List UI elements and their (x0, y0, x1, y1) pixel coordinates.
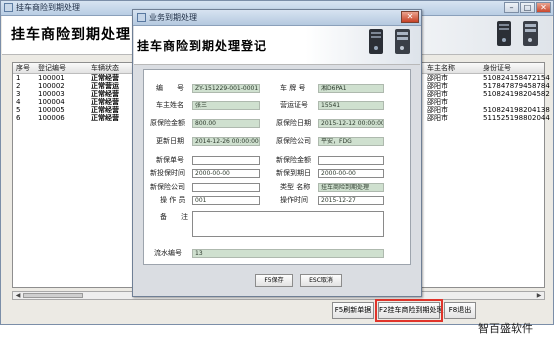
dialog-title: 业务到期处理 (149, 13, 197, 22)
table-cell-id: 510824158472154 (483, 74, 550, 82)
new-start-label: 新投保时间 (150, 169, 185, 177)
orig-company-field: 平安，FDG (318, 137, 384, 146)
new-start-input[interactable]: 2000-00-00 (192, 169, 260, 178)
table-cell-no: 3 (16, 90, 21, 98)
plate-label: 车 牌 号 (280, 84, 306, 92)
exit-button[interactable]: F8退出 (444, 302, 476, 319)
computer-icon (369, 29, 383, 54)
watermark-text: 智百盛软件 (478, 322, 533, 335)
table-cell-reg: 100003 (38, 90, 65, 98)
license-label: 营运证号 (280, 101, 308, 109)
business-field: 挂车商险到期处理 (318, 183, 384, 192)
refresh-button[interactable]: F5刷新单据 (332, 302, 374, 319)
operator-label: 操 作 员 (160, 196, 186, 204)
table-cell-reg: 100005 (38, 106, 65, 114)
save-button[interactable]: F5保存 (255, 274, 293, 287)
minimize-button[interactable]: – (504, 2, 519, 13)
table-cell-owner: 邵阳市 (427, 90, 448, 98)
table-cell-status: 正常经营 (91, 74, 119, 82)
dialog-app-icon (137, 13, 146, 22)
table-cell-status: 正常营运 (91, 82, 119, 90)
op-time-field[interactable]: 2015-12-27 (318, 196, 384, 205)
table-cell-status: 正常经营 (91, 90, 119, 98)
close-button[interactable]: ✕ (536, 2, 551, 13)
table-cell-no: 5 (16, 106, 21, 114)
new-number-label: 新保单号 (156, 156, 184, 164)
new-expire-label: 新保到期日 (276, 169, 311, 177)
table-cell-id: 510824198204138 (483, 106, 550, 114)
column-header[interactable]: 车辆状态 (91, 63, 119, 73)
dialog-heading: 挂车商险到期处理登记 (137, 39, 268, 53)
dialog-close-button[interactable]: ✕ (401, 11, 419, 23)
new-date-label: 更新日期 (156, 137, 184, 145)
registration-form: 编 号 ZY-151229-001-0001 车 牌 号 湘D6PA1 车主姓名… (143, 69, 411, 265)
dialog-header: 挂车商险到期处理登记 (134, 26, 420, 65)
table-cell-reg: 100004 (38, 98, 65, 106)
table-cell-owner: 邵阳市 (427, 82, 448, 90)
table-cell-no: 6 (16, 114, 21, 122)
scroll-right-icon[interactable]: ▶ (535, 292, 543, 299)
new-amount-label: 新保险金额 (276, 156, 311, 164)
cancel-button[interactable]: ESC取消 (300, 274, 342, 287)
process-button[interactable]: F2挂车商险到期处理 (375, 299, 443, 322)
table-cell-id: 510824198204582 (483, 90, 550, 98)
dialog-title-bar: 业务到期处理 ✕ (133, 10, 421, 26)
table-cell-id: 511525198802044 (483, 114, 550, 122)
table-cell-reg: 100002 (38, 82, 65, 90)
serial-field: ZY-151229-001-0001 (192, 84, 260, 93)
table-cell-owner: 邵阳市 (427, 106, 448, 114)
owner-label: 车主姓名 (156, 101, 184, 109)
orig-amount-label: 原保险金额 (150, 119, 185, 127)
table-cell-status: 正常经营 (91, 114, 119, 122)
op-time-label: 操作时间 (280, 196, 308, 204)
app-icon (4, 3, 13, 12)
table-cell-owner: 邵阳市 (427, 74, 448, 82)
license-field: 15541 (318, 101, 384, 110)
table-cell-status: 正常经营 (91, 98, 119, 106)
serial-label: 编 号 (156, 84, 184, 92)
apply-no-label: 流水编号 (154, 249, 182, 257)
new-company-input[interactable] (192, 183, 260, 192)
table-cell-id: 517847879458784 (483, 82, 550, 90)
new-number-input[interactable] (192, 156, 260, 165)
table-cell-no: 1 (16, 74, 21, 82)
new-amount-input[interactable] (318, 156, 384, 165)
table-cell-reg: 100006 (38, 114, 65, 122)
new-company-label: 新保险公司 (150, 183, 185, 191)
main-page-title: 挂车商险到期处理 (11, 27, 131, 43)
table-cell-owner: 邵阳市 (427, 114, 448, 122)
column-header[interactable]: 身份证号 (483, 63, 511, 73)
scroll-thumb[interactable] (23, 293, 83, 298)
table-cell-no: 4 (16, 98, 21, 106)
remark-textarea[interactable] (192, 211, 384, 237)
server-icon (523, 21, 538, 46)
computer-icon (497, 21, 511, 46)
remark-label: 备 注 (160, 213, 188, 221)
server-icon (395, 29, 410, 54)
table-cell-status: 正常经营 (91, 106, 119, 114)
column-header[interactable]: 车主名称 (427, 63, 455, 73)
new-date-field: 2014-12-26 00:00:00 (192, 137, 260, 146)
orig-date-label: 原保险日期 (276, 119, 311, 127)
table-cell-owner: 邵阳市 (427, 98, 448, 106)
table-cell-no: 2 (16, 82, 21, 90)
processing-dialog: 业务到期处理 ✕ 挂车商险到期处理登记 编 号 ZY-151229-001-00… (132, 9, 422, 297)
column-header[interactable]: 序号 (16, 63, 30, 73)
plate-field: 湘D6PA1 (318, 84, 384, 93)
maximize-button[interactable]: □ (520, 2, 535, 13)
apply-no-field: 13 (192, 249, 384, 258)
main-window-title: 挂车商险到期处理 (16, 3, 80, 12)
orig-amount-field: 800.00 (192, 119, 260, 128)
column-header[interactable]: 登记编号 (38, 63, 66, 73)
table-cell-reg: 100001 (38, 74, 65, 82)
business-label: 类型 名称 (280, 183, 311, 191)
scroll-left-icon[interactable]: ◀ (14, 292, 22, 299)
owner-field: 张三 (192, 101, 260, 110)
new-expire-input[interactable]: 2000-00-00 (318, 169, 384, 178)
operator-field[interactable]: 001 (192, 196, 260, 205)
orig-company-label: 原保险公司 (276, 137, 311, 145)
orig-date-field: 2015-12-12 00:00:00 (318, 119, 384, 128)
